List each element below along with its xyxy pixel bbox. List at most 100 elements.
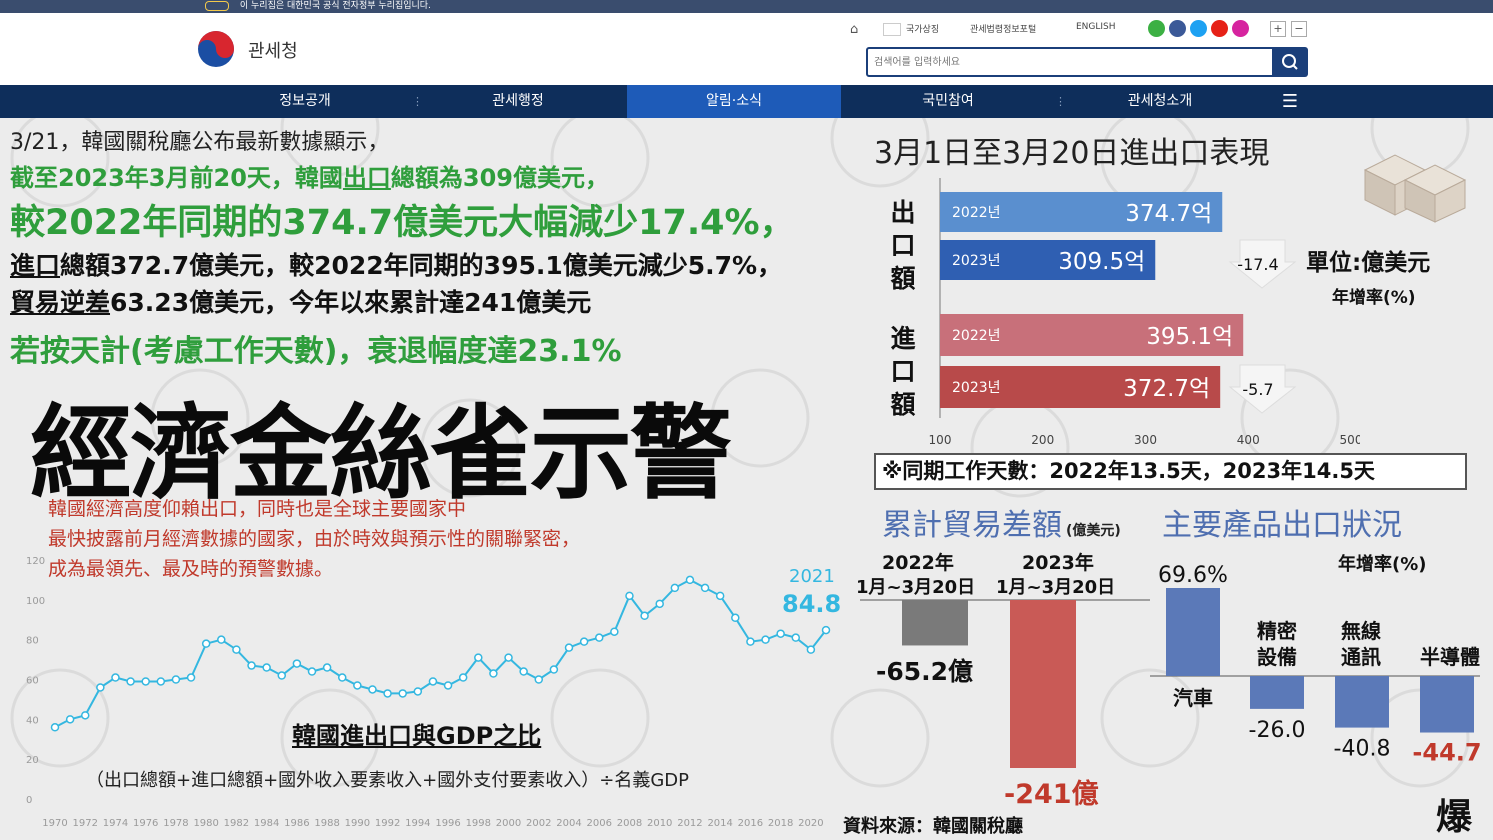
gdp-x-tick-label: 2002	[526, 818, 551, 829]
gdp-data-point	[625, 591, 634, 601]
paragraph-line-2: 最快披露前月經濟數據的國家，由於時效與預示性的關聯緊密，	[48, 528, 581, 550]
gdp-data-point	[489, 669, 498, 678]
youtube-icon[interactable]	[1211, 20, 1228, 37]
paragraph-line-1: 韓國經濟高度仰賴出口，同時也是全球主要國家中	[48, 498, 467, 520]
trade-col2-year: 2023年	[1022, 552, 1094, 574]
gdp-x-tick-label: 2020	[798, 818, 823, 829]
growth-value-label: -5.7	[1242, 380, 1273, 399]
gdp-y-tick-label: 120	[26, 556, 45, 567]
flag-icon	[883, 23, 901, 36]
bar-category-label: 2022년	[952, 328, 1001, 344]
gdp-y-tick-label: 100	[26, 596, 45, 607]
gdp-data-point	[594, 633, 604, 642]
gdp-data-point	[217, 635, 226, 644]
search-input[interactable]	[866, 47, 1278, 77]
gdp-data-point	[458, 673, 468, 682]
facebook-icon[interactable]	[1169, 20, 1186, 37]
gdp-x-tick-label: 1996	[435, 818, 460, 829]
headline-line-1: 3/21，韓國關稅廳公布最新數據顯示，	[10, 130, 390, 155]
gdp-data-point	[504, 653, 513, 662]
gdp-data-point	[337, 673, 347, 682]
gdp-data-point	[383, 689, 392, 698]
zoom-out-button[interactable]: −	[1291, 21, 1307, 37]
instagram-icon[interactable]	[1232, 20, 1249, 37]
product-bar	[1166, 588, 1220, 676]
gdp-data-point	[353, 681, 362, 690]
site-header: 관세청 ⌂ 국가상징 관세법령정보포털 ENGLISH + −	[0, 13, 1493, 85]
gdp-data-point	[670, 583, 680, 593]
nav-item-news[interactable]: 알림·소식	[627, 85, 841, 118]
headline-line-4: 進口總額372.7億美元，較2022年同期的395.1億美元減少5.7%，	[10, 251, 783, 280]
gdp-data-point	[201, 639, 211, 648]
header-link-law[interactable]: 관세법령정보포털	[970, 22, 1036, 35]
twitter-icon[interactable]	[1190, 20, 1207, 37]
bar-value-label: 309.5억	[1058, 249, 1145, 275]
product-category-label: 汽車	[1173, 686, 1213, 710]
workdays-note: ※同期工作天數：2022年13.5天，2023年14.5天	[874, 453, 1467, 490]
gdp-data-point	[821, 625, 831, 635]
product-category-label: 半導體	[1420, 645, 1480, 669]
gdp-x-tick-label: 1976	[133, 818, 158, 829]
product-panel-title: 主要產品出口狀況	[1162, 508, 1402, 543]
trade-bar	[902, 600, 968, 646]
import-emphasis: 進口	[10, 251, 61, 280]
nav-item-participation[interactable]: 국민참여	[888, 85, 1008, 118]
header-link-symbol[interactable]: 국가상징	[906, 22, 939, 35]
gdp-x-tick-label: 1988	[314, 818, 339, 829]
product-bar	[1420, 676, 1474, 733]
gdp-x-tick-label: 1998	[466, 818, 491, 829]
gdp-data-point	[65, 715, 75, 724]
bar-x-tick-label: 300	[1134, 433, 1157, 447]
gdp-data-point	[700, 583, 710, 593]
bar-panel-title: 3月1日至3月20日進出口表現	[874, 136, 1270, 171]
nav-item-info[interactable]: 정보공개	[245, 85, 365, 118]
trade-label-2023: -241億	[1004, 779, 1099, 810]
export-emphasis: 出口	[342, 164, 391, 192]
blog-icon[interactable]	[1148, 20, 1165, 37]
gov-banner-text: 이 누리집은 대한민국 공식 전자정부 누리집입니다.	[239, 1, 431, 11]
gdp-data-point	[564, 643, 574, 652]
gdp-data-point	[186, 673, 196, 682]
bar-category-label: 2023년	[952, 380, 1001, 396]
gdp-data-point	[292, 659, 302, 668]
gdp-y-tick-label: 60	[26, 676, 39, 687]
product-export-chart: 69.6% -26.0 -40.8 -44.7 汽車 精密設備 無線通訊 半導體	[1150, 563, 1480, 767]
deficit-emphasis: 貿易逆差	[10, 288, 111, 317]
gdp-x-tick-label: 1974	[103, 818, 128, 829]
gdp-data-point	[247, 661, 256, 670]
headline-line-6: 若按天計(考慮工作天數)，衰退幅度達23.1%	[10, 334, 622, 369]
gdp-data-point	[731, 613, 740, 623]
header-link-english[interactable]: ENGLISH	[1076, 22, 1116, 32]
gdp-data-point	[685, 575, 695, 585]
menu-icon[interactable]: ☰	[1270, 85, 1310, 118]
product-bar	[1335, 676, 1389, 728]
zoom-in-button[interactable]: +	[1270, 21, 1286, 37]
gdp-data-point	[232, 645, 241, 654]
bar-category-label: 2022년	[952, 205, 1001, 221]
gdp-y-tick-label: 40	[26, 715, 39, 726]
gdp-x-tick-label: 1994	[405, 818, 430, 829]
gdp-x-tick-label: 2004	[556, 818, 581, 829]
gdp-data-point	[715, 591, 725, 601]
nav-separator: ⋮	[412, 95, 423, 108]
search-button[interactable]	[1272, 47, 1308, 77]
gdp-data-point	[806, 645, 816, 654]
taegeuk-logo-icon	[198, 31, 234, 67]
gdp-x-tick-label: 1978	[163, 818, 188, 829]
nav-item-about[interactable]: 관세청소개	[1100, 85, 1220, 118]
gdp-data-point	[398, 689, 407, 698]
trade-col1-year: 2022年	[882, 552, 954, 574]
gdp-x-tick-label: 2018	[768, 818, 793, 829]
home-icon[interactable]: ⌂	[850, 22, 858, 37]
gdp-x-tick-label: 2000	[496, 818, 521, 829]
gdp-chart-title: 韓國進出口與GDP之比	[292, 722, 542, 750]
trade-bar-chart: 2022년 374.7억 2023년 309.5억 2022년 395.1억 2023년 37…	[929, 178, 1360, 447]
nav-item-customs[interactable]: 관세행정	[458, 85, 578, 118]
gdp-x-tick-label: 2016	[738, 818, 763, 829]
gdp-data-point	[111, 673, 120, 682]
gdp-x-tick-label: 1984	[254, 818, 279, 829]
gdp-data-point	[791, 633, 801, 642]
bar-value-label: 395.1억	[1146, 324, 1233, 350]
gdp-data-point	[126, 677, 135, 686]
bar-x-tick-label: 200	[1031, 433, 1054, 447]
